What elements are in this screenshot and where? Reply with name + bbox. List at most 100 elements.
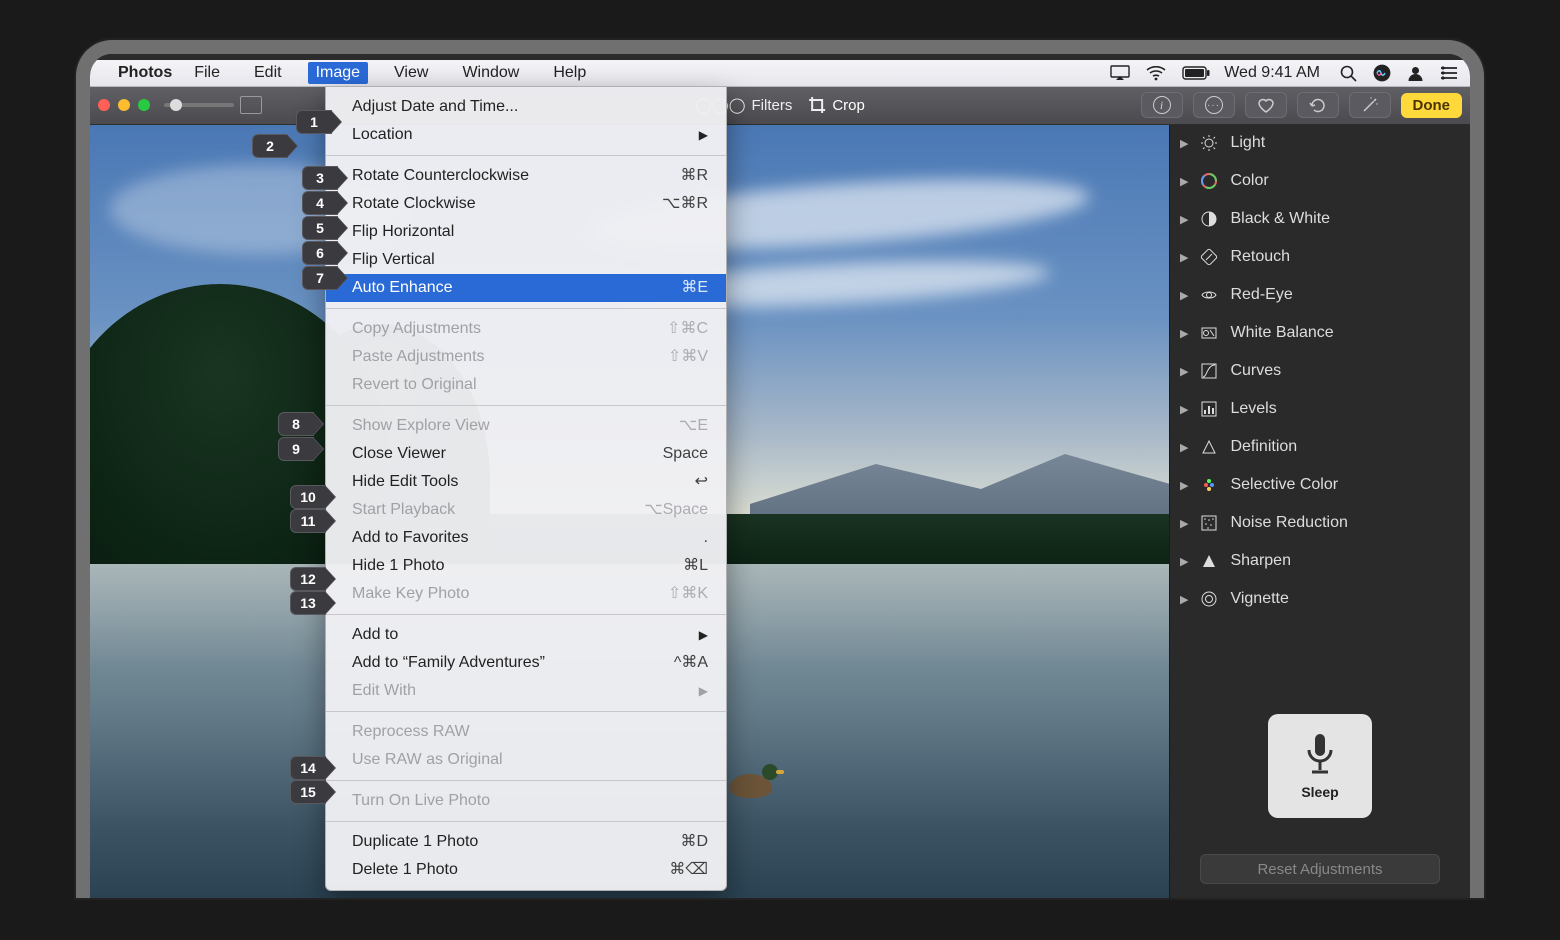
airplay-icon[interactable] <box>1110 65 1130 81</box>
adjustment-levels[interactable]: ▶Levels <box>1170 390 1470 428</box>
zoom-slider[interactable] <box>164 96 262 114</box>
adjustment-retouch[interactable]: ▶Retouch <box>1170 238 1470 276</box>
vo-badge-2: 2 <box>252 134 288 158</box>
menu-item-label: Add to <box>352 624 398 646</box>
menu-separator <box>326 405 726 406</box>
disclosure-triangle-icon: ▶ <box>1180 555 1188 568</box>
menu-item-rotate-clockwise[interactable]: Rotate Clockwise⌥⌘R <box>326 190 726 218</box>
menu-item-label: Hide 1 Photo <box>352 555 445 577</box>
menu-item-start-playback: Start Playback⌥Space <box>326 496 726 524</box>
adjustment-noise-reduction[interactable]: ▶Noise Reduction <box>1170 504 1470 542</box>
menu-shortcut: ⇧⌘K <box>668 583 708 605</box>
light-icon <box>1200 134 1218 152</box>
menu-separator <box>326 821 726 822</box>
auto-enhance-button[interactable] <box>1349 92 1391 118</box>
zoom-window-button[interactable] <box>138 99 150 111</box>
menu-item-label: Hide Edit Tools <box>352 471 458 493</box>
menubar: Photos File Edit Image View Window Help … <box>90 60 1470 87</box>
window-menu[interactable]: Window <box>454 62 527 84</box>
adjustment-vignette[interactable]: ▶Vignette <box>1170 580 1470 618</box>
menu-item-adjust-date-and-time[interactable]: Adjust Date and Time... <box>326 93 726 121</box>
adjustment-red-eye[interactable]: ▶Red-Eye <box>1170 276 1470 314</box>
done-button[interactable]: Done <box>1401 93 1463 118</box>
disclosure-triangle-icon: ▶ <box>1180 517 1188 530</box>
menu-item-delete-1-photo[interactable]: Delete 1 Photo⌘⌫ <box>326 856 726 884</box>
menu-item-label: Adjust Date and Time... <box>352 96 518 118</box>
adjustment-label: White Balance <box>1230 324 1333 342</box>
vo-badge-3: 3 <box>302 166 338 190</box>
adjustment-light[interactable]: ▶Light <box>1170 124 1470 162</box>
edit-menu[interactable]: Edit <box>246 62 290 84</box>
adjustment-color[interactable]: ▶Color <box>1170 162 1470 200</box>
wifi-icon[interactable] <box>1146 66 1166 81</box>
adjustment-white-balance[interactable]: ▶White Balance <box>1170 314 1470 352</box>
menu-item-label: Auto Enhance <box>352 277 453 299</box>
menu-item-label: Make Key Photo <box>352 583 469 605</box>
menu-item-label: Add to “Family Adventures” <box>352 652 545 674</box>
menu-item-edit-with: Edit With▶ <box>326 677 726 705</box>
menu-item-rotate-counterclockwise[interactable]: Rotate Counterclockwise⌘R <box>326 162 726 190</box>
vignette-icon <box>1200 590 1218 608</box>
menu-item-label: Use RAW as Original <box>352 749 503 771</box>
help-menu[interactable]: Help <box>545 62 594 84</box>
menu-item-add-to[interactable]: Add to ▶ <box>326 621 726 649</box>
menu-item-add-to-family-adventures[interactable]: Add to “Family Adventures”^⌘A <box>326 649 726 677</box>
menu-item-flip-horizontal[interactable]: Flip Horizontal <box>326 218 726 246</box>
disclosure-triangle-icon: ▶ <box>1180 441 1188 454</box>
menu-item-label: Copy Adjustments <box>352 318 481 340</box>
menu-item-use-raw-as-original: Use RAW as Original <box>326 746 726 774</box>
levels-icon <box>1200 400 1218 418</box>
menu-item-auto-enhance[interactable]: Auto Enhance⌘E <box>326 274 726 302</box>
file-menu[interactable]: File <box>186 62 228 84</box>
disclosure-triangle-icon: ▶ <box>1180 479 1188 492</box>
vo-badge-10: 10 <box>290 485 326 509</box>
adjustment-sharpen[interactable]: ▶Sharpen <box>1170 542 1470 580</box>
user-icon[interactable] <box>1407 65 1424 82</box>
submenu-arrow-icon: ▶ <box>699 124 708 146</box>
menu-item-close-viewer[interactable]: Close ViewerSpace <box>326 440 726 468</box>
notification-center-icon[interactable] <box>1440 66 1458 80</box>
menu-shortcut: . <box>704 527 708 549</box>
menu-item-add-to-favorites[interactable]: Add to Favorites. <box>326 524 726 552</box>
adjustment-selective-color[interactable]: ▶Selective Color <box>1170 466 1470 504</box>
sharpen-icon <box>1200 552 1218 570</box>
menu-item-hide-edit-tools[interactable]: Hide Edit Tools↩ <box>326 468 726 496</box>
disclosure-triangle-icon: ▶ <box>1180 175 1188 188</box>
image-menu[interactable]: Image <box>308 62 368 84</box>
dictation-widget[interactable]: Sleep <box>1268 714 1372 818</box>
info-button[interactable]: i <box>1141 92 1183 118</box>
close-window-button[interactable] <box>98 99 110 111</box>
menu-item-duplicate-1-photo[interactable]: Duplicate 1 Photo⌘D <box>326 828 726 856</box>
more-button[interactable]: ··· <box>1193 92 1235 118</box>
menu-item-label: Show Explore View <box>352 415 490 437</box>
app-menu[interactable]: Photos <box>118 64 172 82</box>
menubar-clock[interactable]: Wed 9:41 AM <box>1224 64 1320 82</box>
submenu-arrow-icon: ▶ <box>699 624 708 646</box>
view-menu[interactable]: View <box>386 62 436 84</box>
crop-tab[interactable]: Crop <box>808 96 865 114</box>
vo-badge-7: 7 <box>302 266 338 290</box>
adjustment-curves[interactable]: ▶Curves <box>1170 352 1470 390</box>
spotlight-icon[interactable] <box>1340 65 1357 82</box>
rotate-button[interactable] <box>1297 92 1339 118</box>
menu-item-location[interactable]: Location▶ <box>326 121 726 149</box>
screen: ▶Light▶Color▶Black & White▶Retouch▶Red-E… <box>90 54 1470 898</box>
minimize-window-button[interactable] <box>118 99 130 111</box>
menu-shortcut: ⇧⌘V <box>668 346 708 368</box>
menu-item-hide-1-photo[interactable]: Hide 1 Photo⌘L <box>326 552 726 580</box>
battery-icon[interactable] <box>1182 66 1210 80</box>
menu-item-label: Close Viewer <box>352 443 446 465</box>
adjustment-definition[interactable]: ▶ Definition <box>1170 428 1470 466</box>
adjustment-label: Definition <box>1230 438 1297 456</box>
vo-badge-1: 1 <box>296 110 332 134</box>
menu-item-flip-vertical[interactable]: Flip Vertical <box>326 246 726 274</box>
menu-item-label: Reprocess RAW <box>352 721 470 743</box>
siri-icon[interactable] <box>1373 64 1391 82</box>
white-balance-icon <box>1200 324 1218 342</box>
favorite-button[interactable] <box>1245 92 1287 118</box>
disclosure-triangle-icon: ▶ <box>1180 593 1188 606</box>
vo-badge-15: 15 <box>290 780 326 804</box>
reset-adjustments-button[interactable]: Reset Adjustments <box>1200 854 1440 884</box>
adjustment-black-white[interactable]: ▶Black & White <box>1170 200 1470 238</box>
wand-icon <box>1361 96 1379 114</box>
